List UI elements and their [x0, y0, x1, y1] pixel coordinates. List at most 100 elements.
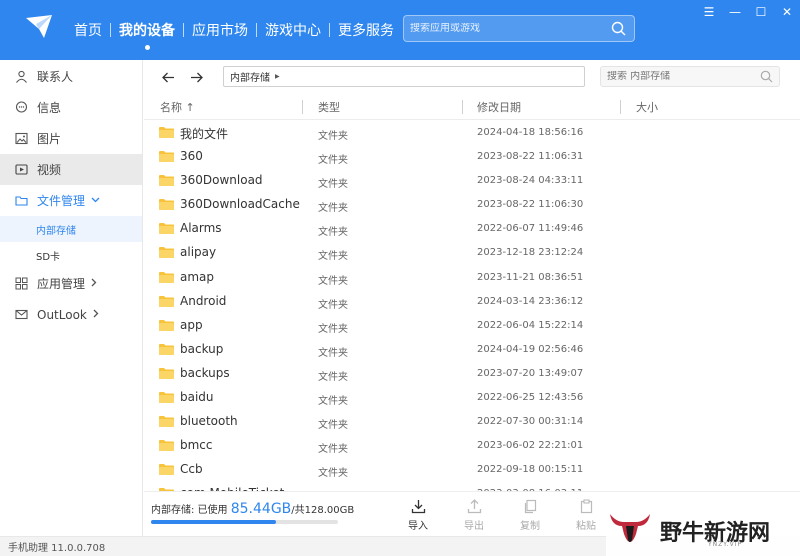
- import-icon: [411, 500, 425, 514]
- nav-game-center[interactable]: 游戏中心: [257, 0, 329, 60]
- menu-icon[interactable]: ☰: [696, 2, 722, 22]
- copy-icon: [524, 499, 536, 514]
- file-row[interactable]: Ccb 文件夹 2022-09-18 00:15:11: [144, 458, 800, 482]
- column-size[interactable]: 大小: [636, 94, 658, 120]
- file-name: 360Download: [180, 173, 263, 188]
- file-type: 文件夹: [318, 227, 348, 239]
- file-row[interactable]: 360Download 文件夹 2023-08-24 04:33:11: [144, 169, 800, 193]
- forward-button[interactable]: [187, 68, 205, 86]
- file-row[interactable]: com.MobileTicket文件夹2023-03-08 16:03:11: [144, 482, 800, 491]
- file-row[interactable]: 360DownloadCache 文件夹 2023-08-22 11:06:30: [144, 193, 800, 217]
- copy-button[interactable]: 复制: [512, 499, 548, 532]
- file-search-input[interactable]: [607, 71, 757, 82]
- file-row[interactable]: alipay 文件夹 2023-12-18 23:12:24: [144, 241, 800, 265]
- file-type: 文件夹: [318, 131, 348, 142]
- path-breadcrumb[interactable]: 内部存储 ▶: [223, 66, 585, 87]
- file-type: 文件夹: [318, 203, 348, 215]
- file-row[interactable]: app 文件夹 2022-06-04 15:22:14: [144, 314, 800, 338]
- file-name: bluetooth: [180, 414, 238, 429]
- file-row[interactable]: 360 文件夹 2023-08-22 11:06:31: [144, 145, 800, 169]
- video-icon: [14, 163, 28, 177]
- sidebar-subitem-sd-card[interactable]: SD卡: [0, 242, 142, 268]
- top-nav: 首页 我的设备 应用市场 游戏中心 更多服务: [66, 0, 402, 60]
- column-divider[interactable]: [462, 100, 463, 114]
- nav-app-market[interactable]: 应用市场: [184, 0, 256, 60]
- sidebar-item-app-manager[interactable]: 应用管理: [0, 268, 142, 299]
- file-row[interactable]: backups 文件夹 2023-07-20 13:49:07: [144, 362, 800, 386]
- search-icon[interactable]: [611, 21, 626, 36]
- file-name: bmcc: [180, 438, 213, 453]
- file-row[interactable]: 我的文件 文件夹 2024-04-18 18:56:16: [144, 121, 800, 145]
- file-type: 文件夹: [318, 347, 348, 359]
- sidebar-item-label: 视频: [37, 163, 62, 177]
- folder-icon: [159, 271, 174, 283]
- file-date: 2023-12-18 23:12:24: [477, 247, 584, 259]
- close-button[interactable]: ✕: [774, 2, 800, 22]
- file-row[interactable]: amap 文件夹 2023-11-21 08:36:51: [144, 266, 800, 290]
- minimize-button[interactable]: —: [722, 2, 748, 22]
- file-date: 2023-08-24 04:33:11: [477, 175, 584, 187]
- column-divider[interactable]: [302, 100, 303, 114]
- app-search-input[interactable]: [410, 23, 600, 34]
- file-date: 2023-06-02 22:21:01: [477, 440, 584, 452]
- folder-icon: [159, 392, 174, 404]
- file-type: 文件夹: [318, 155, 348, 167]
- folder-icon: [159, 319, 174, 331]
- file-row[interactable]: Android 文件夹 2024-03-14 23:36:12: [144, 290, 800, 314]
- sidebar-subitem-internal-storage[interactable]: 内部存储: [0, 216, 142, 242]
- sidebar-item-outlook[interactable]: OutLook: [0, 299, 142, 330]
- sidebar-item-label: OutLook: [37, 307, 87, 322]
- sidebar-item-images[interactable]: 图片: [0, 123, 142, 154]
- file-row[interactable]: backup 文件夹 2024-04-19 02:56:46: [144, 338, 800, 362]
- sidebar-item-messages[interactable]: 信息: [0, 92, 142, 123]
- search-icon[interactable]: [760, 70, 773, 83]
- file-type: 文件夹: [318, 420, 348, 432]
- file-row[interactable]: Alarms 文件夹 2022-06-07 11:49:46: [144, 217, 800, 241]
- file-name: app: [180, 317, 203, 332]
- file-date: 2022-07-30 00:31:14: [477, 416, 584, 428]
- message-icon: [14, 101, 28, 115]
- file-row[interactable]: baidu 文件夹 2022-06-25 12:43:56: [144, 386, 800, 410]
- file-row[interactable]: bmcc 文件夹 2023-06-02 22:21:01: [144, 434, 800, 458]
- folder-icon: [159, 464, 174, 476]
- breadcrumb-segment[interactable]: 内部存储: [230, 69, 270, 84]
- folder-icon: [159, 127, 174, 138]
- column-divider[interactable]: [620, 100, 621, 114]
- file-list: 我的文件 文件夹 2024-04-18 18:56:16 360 文件夹 2023-08-…: [144, 121, 800, 491]
- column-date[interactable]: 修改日期: [477, 94, 521, 120]
- nav-my-device[interactable]: 我的设备: [111, 0, 183, 60]
- export-icon: [467, 499, 481, 514]
- sidebar-item-file-manager[interactable]: 文件管理: [0, 185, 142, 216]
- file-name: 我的文件: [180, 127, 229, 141]
- storage-progress-fill: [151, 520, 276, 524]
- storage-prefix: 内部存储: 已使用: [151, 505, 231, 516]
- maximize-button[interactable]: ☐: [748, 2, 774, 22]
- sidebar-item-label: 应用管理: [37, 277, 86, 291]
- file-name: baidu: [180, 390, 214, 405]
- file-type: 文件夹: [318, 371, 348, 383]
- sidebar-item-contacts[interactable]: 联系人: [0, 61, 142, 92]
- column-name[interactable]: 名称 ↑: [160, 94, 195, 120]
- paste-label: 粘贴: [576, 521, 596, 532]
- paste-button[interactable]: 粘贴: [568, 499, 604, 532]
- file-type: 文件夹: [318, 251, 348, 263]
- nav-more-services[interactable]: 更多服务: [330, 0, 402, 60]
- export-button[interactable]: 导出: [456, 499, 492, 532]
- column-type[interactable]: 类型: [318, 94, 340, 120]
- apps-icon: [14, 277, 28, 291]
- sidebar-item-videos[interactable]: 视频: [0, 154, 142, 185]
- app-logo-icon: [26, 15, 52, 38]
- file-type: 文件夹: [318, 179, 348, 191]
- nav-home[interactable]: 首页: [66, 0, 110, 60]
- file-row[interactable]: bluetooth 文件夹 2022-07-30 00:31:14: [144, 410, 800, 434]
- file-date: 2022-09-18 00:15:11: [477, 464, 584, 476]
- file-date: 2022-06-04 15:22:14: [477, 319, 584, 331]
- bull-logo-icon: [610, 513, 650, 542]
- folder-icon: [14, 194, 28, 208]
- copy-label: 复制: [520, 521, 540, 532]
- back-button[interactable]: [159, 68, 177, 86]
- app-version: 手机助理 11.0.0.708: [8, 543, 106, 554]
- folder-icon: [159, 367, 174, 379]
- import-button[interactable]: 导入: [400, 499, 436, 532]
- file-toolbar: 内部存储 ▶: [144, 60, 800, 94]
